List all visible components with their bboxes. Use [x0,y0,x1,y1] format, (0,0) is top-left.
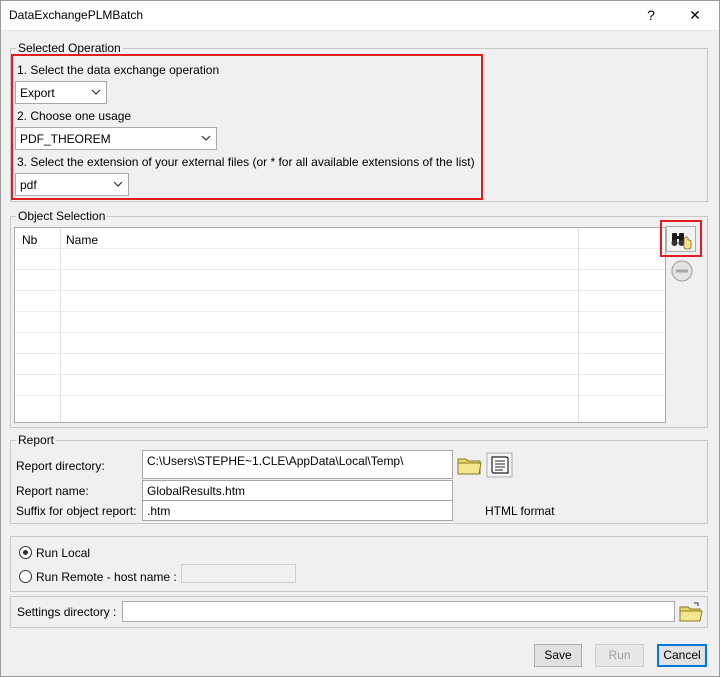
operation-value: Export [20,86,55,100]
object-list[interactable]: Nb Name [14,227,666,423]
report-name-label: Report name: [16,484,89,498]
usage-value: PDF_THEOREM [20,132,111,146]
report-directory-label: Report directory: [16,459,105,473]
operation-combo[interactable]: Export [15,81,107,104]
run-remote-radio[interactable] [19,570,32,583]
cancel-button[interactable]: Cancel [657,644,707,667]
remove-object-button[interactable] [670,259,694,283]
close-button[interactable]: ✕ [680,4,710,26]
report-legend: Report [16,433,57,447]
run-local-label[interactable]: Run Local [36,546,90,560]
chevron-down-icon [91,89,101,95]
column-header-nb[interactable]: Nb [22,233,37,247]
html-format-label: HTML format [485,504,555,518]
report-name-field[interactable]: GlobalResults.htm [142,480,453,501]
step2-label: 2. Choose one usage [17,109,132,123]
object-selection-legend: Object Selection [16,209,108,223]
extension-value: pdf [20,178,37,192]
step1-label: 1. Select the data exchange operation [17,63,220,77]
folder-icon [679,602,703,622]
run-local-radio[interactable] [19,546,32,559]
help-button[interactable]: ? [636,4,666,26]
browse-settings-button[interactable] [678,601,704,625]
search-objects-button[interactable] [666,226,696,252]
column-header-name[interactable]: Name [66,233,98,247]
minus-circle-icon [671,260,693,282]
usage-combo[interactable]: PDF_THEOREM [15,127,217,150]
host-name-field[interactable] [181,564,296,583]
open-report-button[interactable] [486,452,513,478]
folder-icon [457,458,482,475]
extension-combo[interactable]: pdf [15,173,129,196]
step3-label: 3. Select the extension of your external… [17,155,475,169]
run-remote-label[interactable]: Run Remote - host name : [36,570,177,584]
settings-directory-field[interactable] [122,601,675,622]
chevron-down-icon [201,135,211,141]
settings-directory-label: Settings directory : [17,605,117,619]
report-directory-field[interactable]: C:\Users\STEPHE~1.CLE\AppData\Local\Temp… [142,450,453,479]
selected-operation-legend: Selected Operation [16,41,123,55]
save-button[interactable]: Save [534,644,582,667]
suffix-field[interactable]: .htm [142,500,453,521]
binoculars-icon [671,233,692,250]
run-button[interactable]: Run [595,644,644,667]
window-title: DataExchangePLMBatch [9,8,144,22]
browse-folder-button[interactable] [456,452,483,478]
scroll-icon [486,452,513,478]
suffix-label: Suffix for object report: [16,504,137,518]
chevron-down-icon [113,181,123,187]
